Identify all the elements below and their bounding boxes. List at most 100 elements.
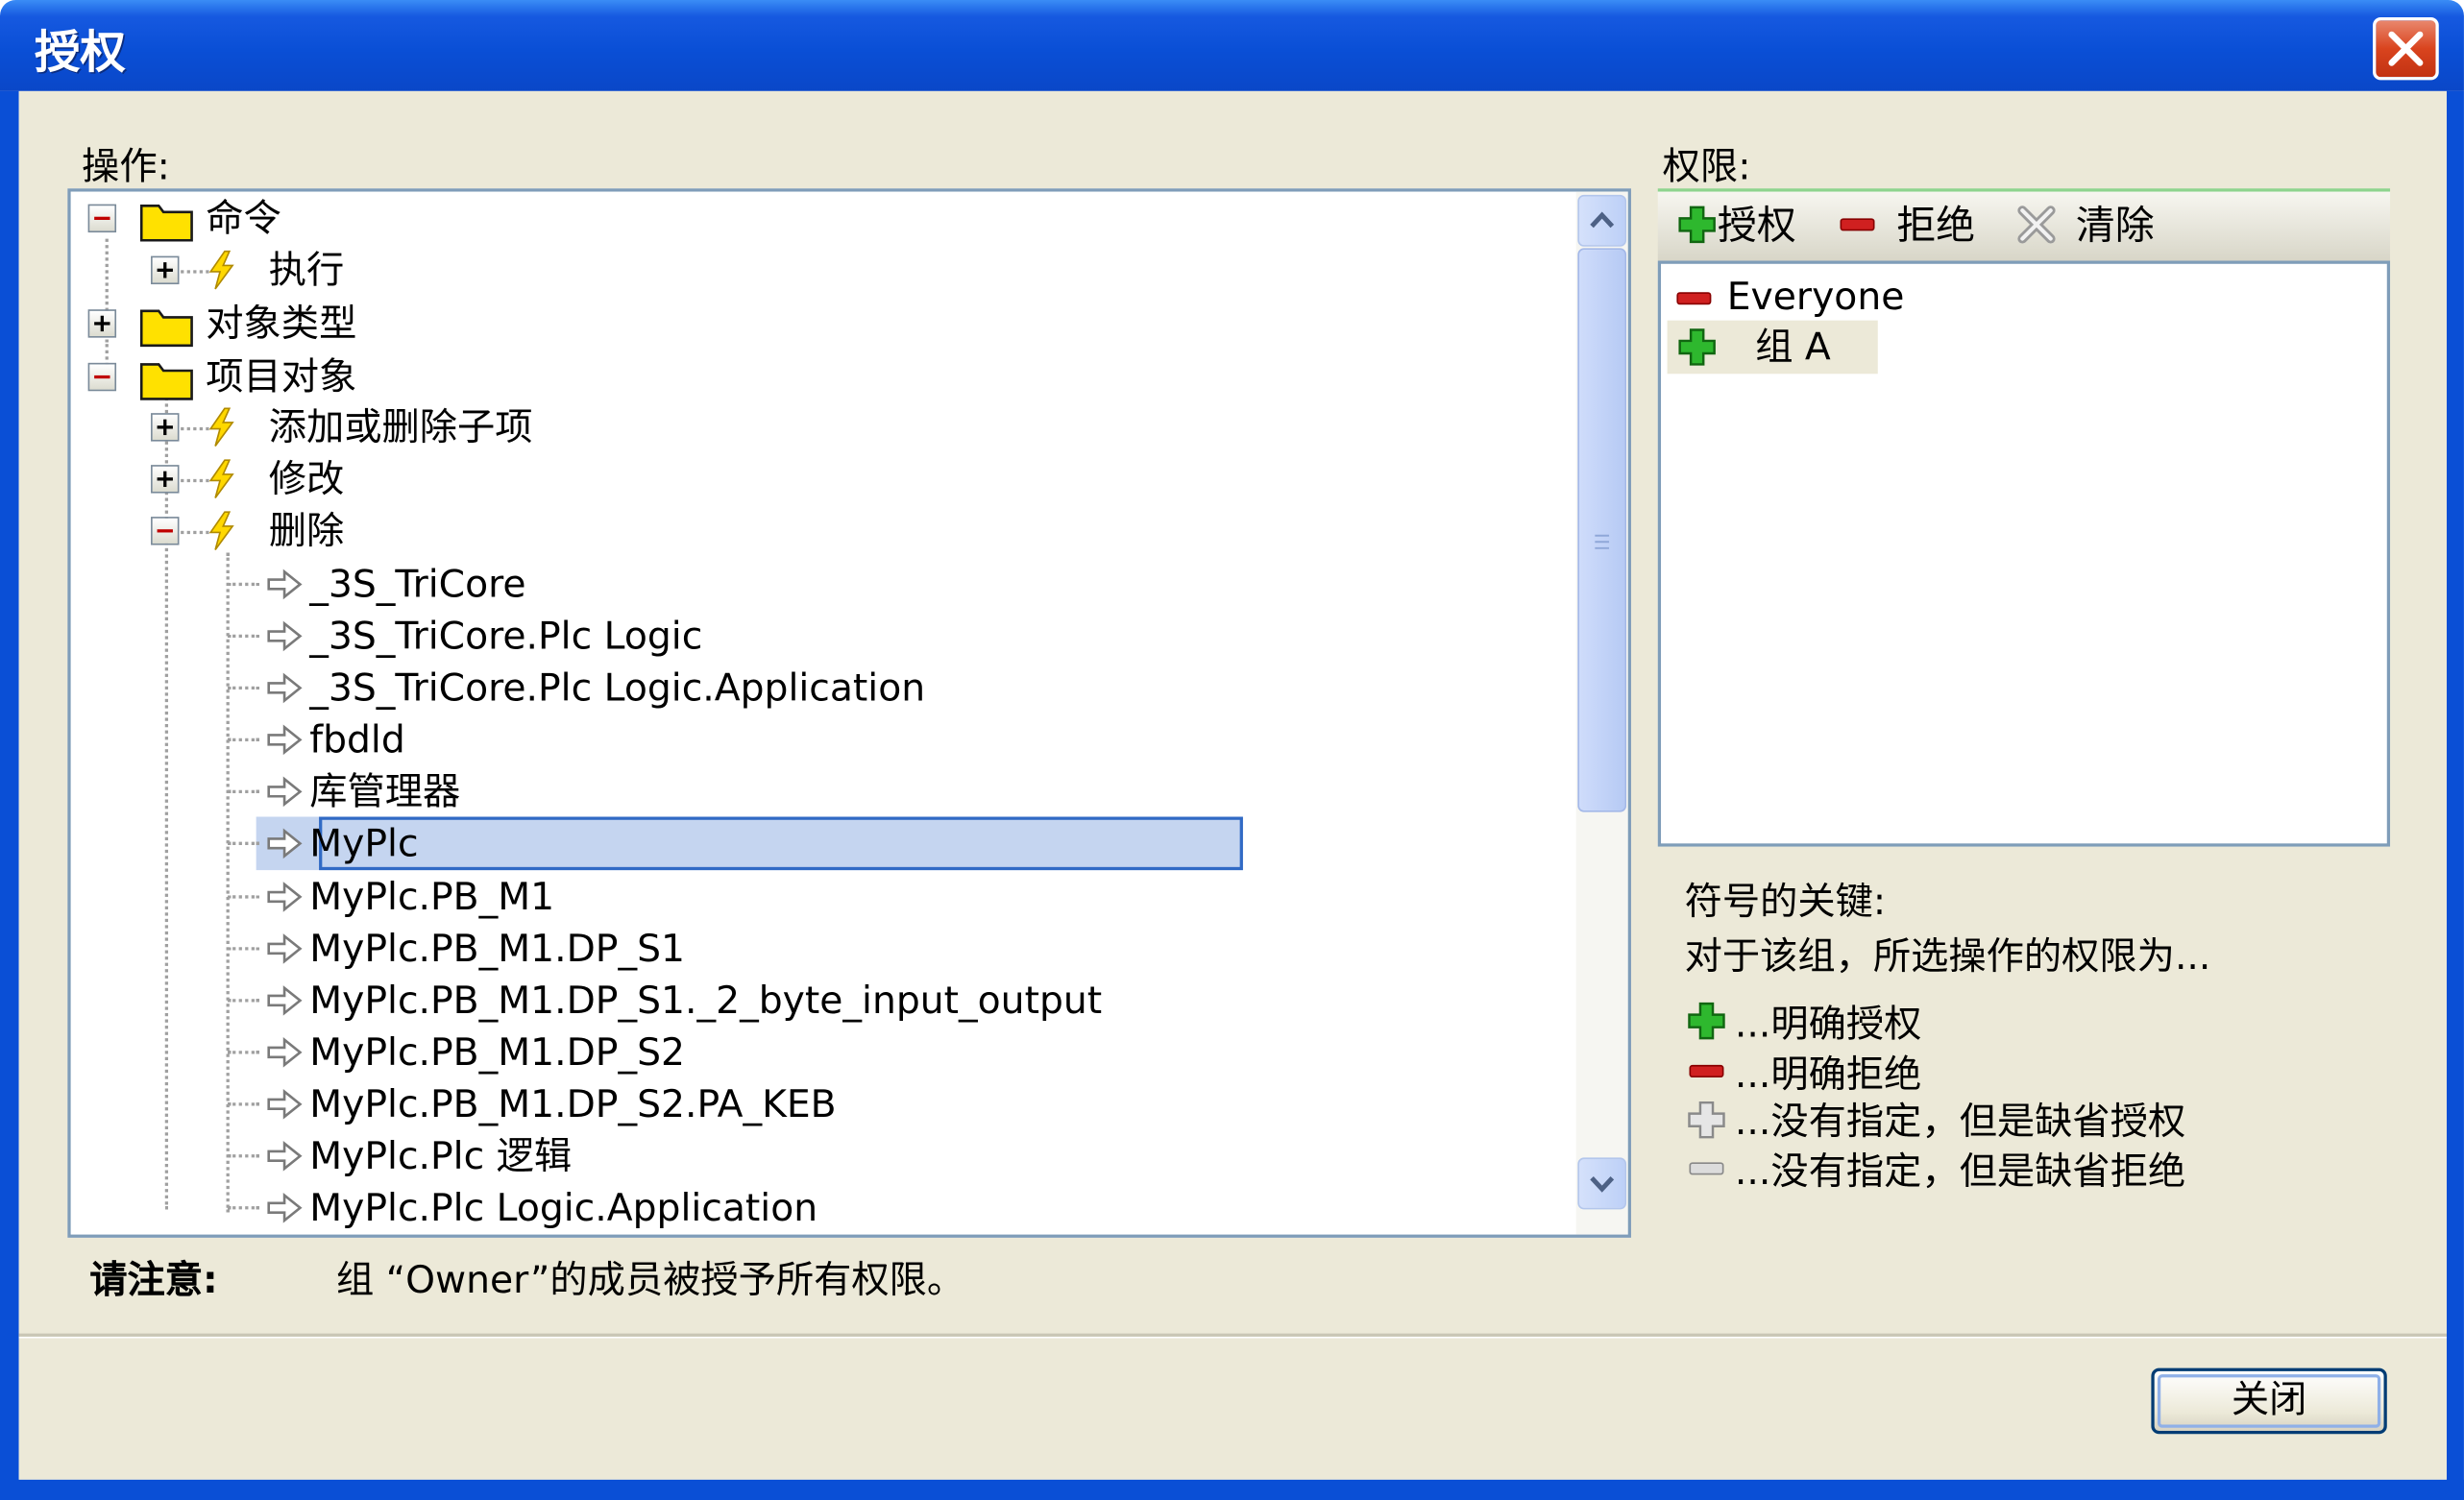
lightning-icon — [208, 407, 234, 447]
tree-node-label: _3S_TriCore — [309, 562, 526, 607]
collapse-icon[interactable] — [151, 517, 180, 545]
arrow-right-icon — [267, 882, 303, 912]
tree-node-label: _3S_TriCore.Plc Logic.Application — [309, 665, 926, 711]
tree-connector — [228, 999, 259, 1003]
green-plus-icon — [1678, 206, 1716, 244]
deny-label: 拒绝 — [1896, 202, 1976, 249]
tree-connector — [228, 582, 259, 587]
close-window-button[interactable] — [2373, 16, 2439, 81]
separator — [18, 1333, 2447, 1339]
arrow-right-icon — [267, 1140, 303, 1172]
legend-text: ...明确授权 — [1734, 1002, 1922, 1047]
arrow-right-icon — [267, 1037, 303, 1068]
tree-connector — [228, 738, 259, 742]
red-minus-icon — [1840, 218, 1875, 231]
lightning-icon — [208, 250, 234, 290]
chevron-down-icon — [1590, 1176, 1615, 1193]
authorization-dialog: 授权 操作: 命令 执行 对象类型 项目对象 添加或删除子项 修改 删除 _3S_TriCor… — [0, 0, 2464, 1500]
collapse-icon[interactable] — [87, 204, 117, 233]
tree-node-label: MyPlc.PB_M1.DP_S1 — [309, 927, 686, 971]
arrow-right-icon — [267, 828, 303, 859]
legend-text: ...没有指定，但是缺省授权 — [1734, 1099, 2186, 1144]
deny-button[interactable]: 拒绝 — [1840, 201, 1976, 251]
tree-connector — [228, 895, 259, 899]
operations-tree[interactable]: 命令 执行 对象类型 项目对象 添加或删除子项 修改 删除 _3S_TriCore _3S_Tr… — [67, 188, 1631, 1238]
tree-node-label: MyPlc.Plc 逻辑 — [309, 1133, 573, 1178]
clear-button[interactable]: 清除 — [2016, 201, 2155, 251]
tree-connector — [228, 634, 259, 639]
tree-connector — [228, 1154, 259, 1158]
lightning-icon — [208, 511, 234, 550]
grant-button[interactable]: 授权 — [1676, 201, 1796, 251]
scroll-thumb[interactable] — [1577, 248, 1627, 812]
frame-bottom — [0, 1479, 2464, 1500]
tree-connector — [228, 841, 259, 845]
expand-icon[interactable] — [87, 309, 117, 338]
grant-label: 授权 — [1717, 202, 1796, 249]
tree-node-label: MyPlc.PB_M1.DP_S2.PA_KEB — [309, 1081, 837, 1126]
permission-entry-name: Everyone — [1726, 275, 1905, 320]
lightning-icon — [208, 459, 234, 498]
chevron-up-icon — [1590, 211, 1615, 229]
arrow-right-icon — [267, 672, 303, 704]
tree-node-label: MyPlc.PB_M1.DP_S2 — [309, 1029, 686, 1075]
tree-connector — [164, 392, 169, 1210]
tree-connector — [228, 1206, 259, 1210]
tree-node-label: _3S_TriCore.Plc Logic — [309, 614, 703, 659]
window-title: 授权 — [34, 25, 126, 79]
tree-connector — [228, 686, 259, 690]
red-minus-icon — [1676, 292, 1712, 305]
scroll-down-button[interactable] — [1577, 1157, 1627, 1210]
tree-connector — [228, 789, 259, 793]
folder-icon — [139, 363, 193, 400]
legend-subtitle: 对于该组，所选操作的权限为... — [1684, 934, 2211, 979]
tree-node-label: 删除 — [268, 508, 345, 553]
folder-icon — [139, 309, 193, 348]
arrow-right-icon — [267, 1192, 303, 1223]
permissions-toolbar: 授权 拒绝 清除 — [1657, 188, 2391, 261]
tree-connector — [226, 552, 230, 1213]
folder-icon — [139, 204, 193, 242]
arrow-right-icon — [267, 569, 303, 600]
arrow-right-icon — [267, 1089, 303, 1120]
expand-icon[interactable] — [151, 413, 180, 442]
gray-plus-icon — [1688, 1101, 1725, 1139]
note-text: 组 “Owner”的成员被授予所有权限。 — [336, 1258, 965, 1302]
clear-icon — [2017, 206, 2056, 244]
operations-label: 操作: — [82, 144, 170, 189]
frame-left — [0, 90, 19, 1500]
permission-entry-everyone[interactable]: Everyone — [1661, 270, 1975, 324]
tree-node-label: MyPlc — [309, 821, 419, 866]
permission-entry-group-a[interactable]: 组 A — [1667, 320, 1878, 375]
tree-node-label: 命令 — [206, 196, 281, 241]
arrow-right-icon — [267, 933, 303, 964]
arrow-right-icon — [267, 620, 303, 652]
expand-icon[interactable] — [151, 465, 180, 494]
arrow-right-icon — [267, 985, 303, 1016]
tree-node-label: MyPlc.PB_M1 — [309, 875, 555, 919]
tree-node-label: 添加或删除子项 — [268, 404, 533, 449]
clear-label: 清除 — [2075, 202, 2155, 249]
tree-node-label: MyPlc.PB_M1.DP_S1._2_byte_input_output — [309, 978, 1103, 1023]
tree-vertical-scrollbar[interactable] — [1575, 191, 1628, 1235]
gray-minus-icon — [1689, 1162, 1724, 1175]
tree-node-label: 执行 — [268, 248, 345, 293]
green-plus-icon — [1678, 328, 1716, 366]
tree-node-label: fbdld — [309, 717, 405, 762]
scroll-up-button[interactable] — [1577, 194, 1627, 247]
legend-text: ...没有指定，但是缺省拒绝 — [1734, 1149, 2186, 1195]
collapse-icon[interactable] — [87, 362, 117, 392]
permissions-list[interactable]: Everyone 组 A — [1657, 260, 2391, 847]
tree-connector — [228, 947, 259, 951]
tree-node-label: 对象类型 — [206, 302, 357, 346]
close-button[interactable]: 关闭 — [2151, 1367, 2387, 1435]
expand-icon[interactable] — [151, 255, 180, 285]
note-label: 请注意: — [89, 1258, 218, 1302]
permission-entry-name: 组 A — [1755, 325, 1831, 370]
close-icon — [2388, 31, 2424, 66]
grip-icon — [1595, 534, 1610, 549]
tree-node-label: 库管理器 — [309, 769, 461, 814]
tree-node-label: 项目对象 — [206, 354, 357, 399]
title-bar[interactable]: 授权 — [0, 0, 2464, 91]
arrow-right-icon — [267, 776, 303, 808]
